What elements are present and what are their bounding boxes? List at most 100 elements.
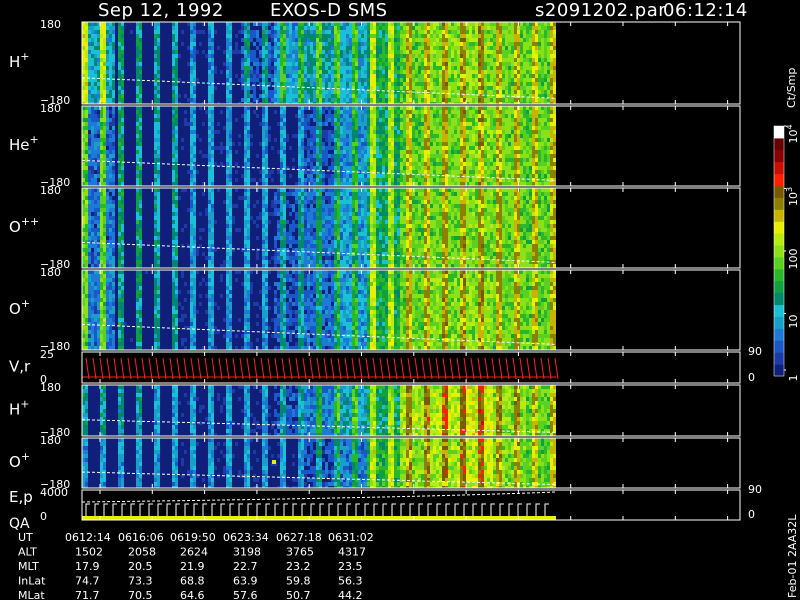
spectrogram-cell (415, 66, 418, 70)
spectrogram-cell (109, 22, 112, 26)
spectrogram-cell (328, 94, 331, 98)
spectrogram-cell (94, 34, 97, 38)
spectrogram-cell (352, 182, 355, 186)
spectrogram-cell (274, 62, 277, 66)
spectrogram-cell (370, 122, 373, 126)
spectrogram-cell (85, 174, 88, 178)
spectrogram-cell (193, 118, 196, 122)
spectrogram-cell (262, 86, 265, 90)
spectrogram-cell (322, 78, 325, 82)
spectrogram-cell (379, 22, 382, 26)
spectrogram-cell (85, 46, 88, 50)
spectrogram-cell (412, 114, 415, 118)
spectrogram-cell (454, 62, 457, 66)
spectrogram-cell (436, 58, 439, 62)
spectrogram-cell (100, 154, 103, 158)
spectrogram-cell (289, 50, 292, 54)
spectrogram-cell (478, 166, 481, 170)
spectrogram-cell (298, 86, 301, 90)
spectrogram-cell (346, 22, 349, 26)
spectrogram-cell (487, 46, 490, 50)
spectrogram-cell (397, 34, 400, 38)
spectrogram-cell (400, 86, 403, 90)
spectrogram-cell (244, 182, 247, 186)
spectrogram-cell (220, 142, 223, 146)
spectrogram-cell (538, 50, 541, 54)
spectrogram-cell (334, 166, 337, 170)
spectrogram-cell (325, 50, 328, 54)
spectrogram-cell (490, 74, 493, 78)
spectrogram-cell (430, 30, 433, 34)
spectrogram-cell (475, 30, 478, 34)
spectrogram-cell (118, 26, 121, 30)
spectrogram-cell (283, 174, 286, 178)
spectrogram-cell (478, 138, 481, 142)
spectrogram-cell (424, 38, 427, 42)
spectrogram-cell (388, 50, 391, 54)
spectrogram-cell (520, 78, 523, 82)
spectrogram-cell (475, 90, 478, 94)
spectrogram-cell (88, 178, 91, 182)
spectrogram-cell (517, 150, 520, 154)
spectrogram-cell (445, 62, 448, 66)
spectrogram-cell (427, 106, 430, 110)
spectrogram-cell (157, 94, 160, 98)
spectrogram-cell (511, 138, 514, 142)
spectrogram-cell (418, 66, 421, 70)
spectrogram-cell (334, 162, 337, 166)
spectrogram-cell (517, 114, 520, 118)
spectrogram-cell (484, 50, 487, 54)
spectrogram-cell (277, 90, 280, 94)
spectrogram-cell (355, 22, 358, 26)
spectrogram-cell (295, 78, 298, 82)
spectrogram-cell (433, 94, 436, 98)
spectrogram-cell (481, 46, 484, 50)
spectrogram-cell (280, 162, 283, 166)
spectrogram-cell (313, 182, 316, 186)
spectrogram-cell (319, 110, 322, 114)
spectrogram-cell (106, 174, 109, 178)
spectrogram-cell (397, 182, 400, 186)
spectrogram-cell (277, 74, 280, 78)
spectrogram-cell (472, 70, 475, 74)
spectrogram-cell (451, 138, 454, 142)
spectrogram-cell (304, 86, 307, 90)
spectrogram-cell (448, 46, 451, 50)
spectrogram-cell (247, 138, 250, 142)
spectrogram-cell (400, 54, 403, 58)
spectrogram-cell (328, 130, 331, 134)
spectrogram-cell (517, 126, 520, 130)
spectrogram-cell (310, 142, 313, 146)
spectrogram-cell (376, 122, 379, 126)
spectrogram-cell (520, 122, 523, 126)
spectrogram-cell (307, 146, 310, 150)
spectrogram-cell (538, 166, 541, 170)
spectrogram-cell (301, 142, 304, 146)
spectrogram-cell (313, 54, 316, 58)
spectrogram-cell (304, 130, 307, 134)
spectrogram-cell (490, 26, 493, 30)
spectrogram-cell (268, 174, 271, 178)
spectrogram-cell (268, 62, 271, 66)
spectrogram-cell (331, 154, 334, 158)
spectrogram-cell (517, 130, 520, 134)
spectrogram-cell (118, 22, 121, 26)
spectrogram-cell (358, 74, 361, 78)
spectrogram-cell (358, 158, 361, 162)
spectrogram-cell (529, 142, 532, 146)
spectrogram-cell (481, 142, 484, 146)
spectrogram-cell (316, 166, 319, 170)
spectrogram-cell (139, 126, 142, 130)
spectrogram-cell (106, 54, 109, 58)
spectrogram-cell (253, 42, 256, 46)
spectrogram-cell (433, 66, 436, 70)
spectrogram-cell (355, 78, 358, 82)
spectrogram-cell (292, 42, 295, 46)
spectrogram-cell (481, 58, 484, 62)
spectrogram-cell (262, 170, 265, 174)
spectrogram-cell (307, 62, 310, 66)
spectrogram-cell (280, 38, 283, 42)
spectrogram-cell (193, 142, 196, 146)
spectrogram-cell (520, 158, 523, 162)
spectrogram-cell (337, 34, 340, 38)
